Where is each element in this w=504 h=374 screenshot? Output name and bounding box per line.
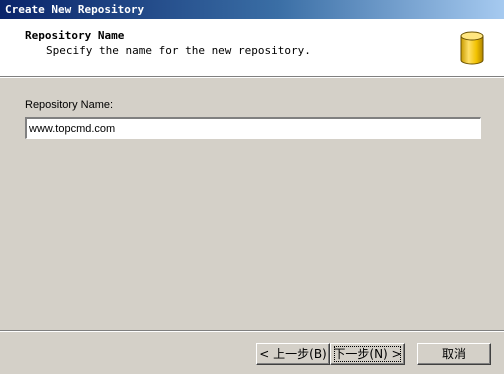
next-button-label: 下一步(N) > xyxy=(333,346,402,361)
cancel-button[interactable]: 取消 xyxy=(417,343,491,365)
repository-name-input[interactable] xyxy=(25,117,481,139)
window-title: Create New Repository xyxy=(5,3,145,16)
title-bar[interactable]: Create New Repository xyxy=(0,0,504,19)
header-divider-highlight xyxy=(0,77,504,78)
footer-divider-highlight xyxy=(0,331,504,332)
header-subtitle: Specify the name for the new repository. xyxy=(46,44,311,57)
create-repository-dialog: Create New Repository Repository Name Sp… xyxy=(0,0,504,374)
repository-name-label-text: Repository Name: xyxy=(25,99,114,111)
next-button[interactable]: 下一步(N) > xyxy=(330,343,405,365)
repository-name-label: Repository Name: xyxy=(25,99,113,112)
wizard-header: Repository Name Specify the name for the… xyxy=(0,19,504,76)
repository-cylinder-icon xyxy=(460,31,484,65)
back-button[interactable]: < 上一步(B) xyxy=(256,343,330,365)
header-title: Repository Name xyxy=(25,29,125,42)
